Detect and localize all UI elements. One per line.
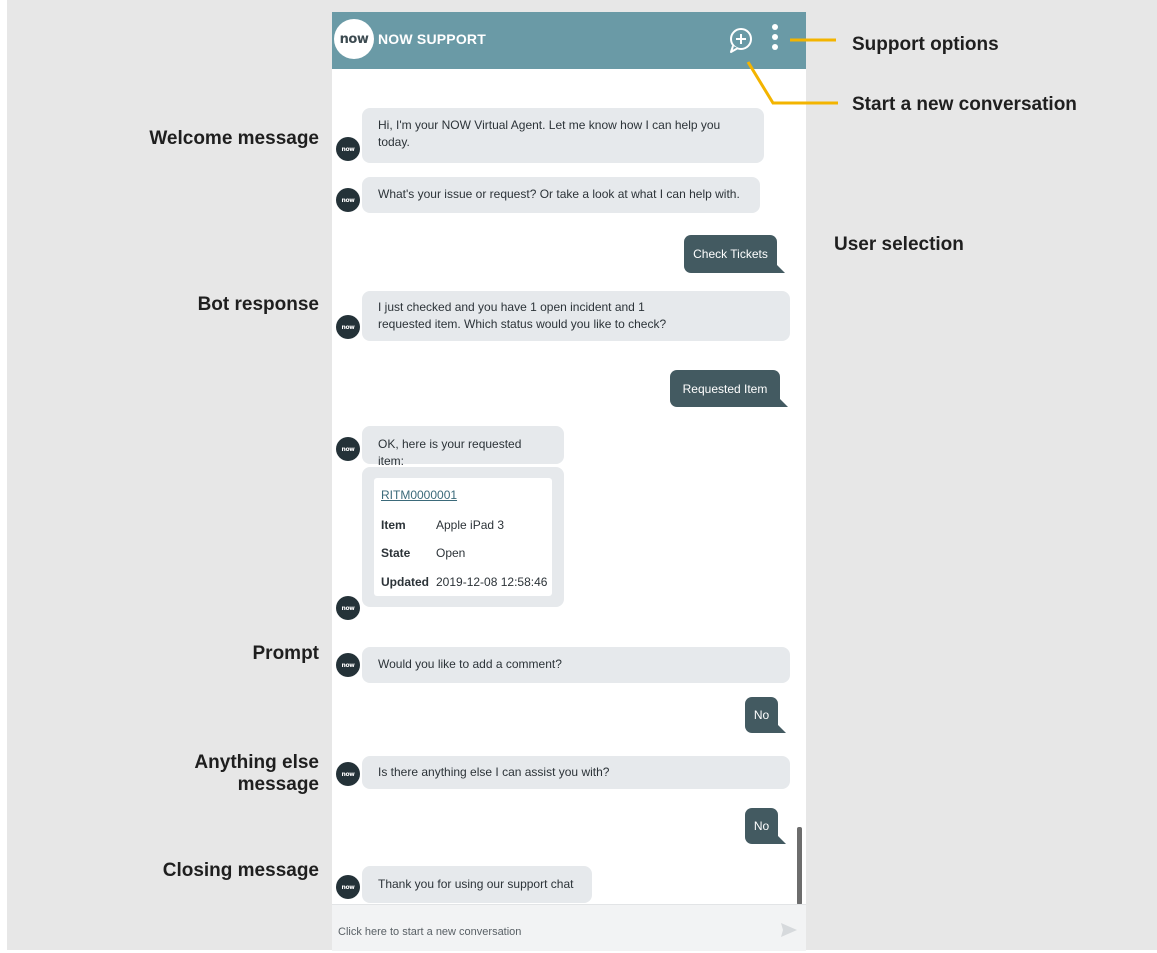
bot-avatar: now <box>336 875 360 899</box>
annotation-anything-else-message: Anything else message <box>194 752 319 796</box>
bot-response-line-2: requested item. Which status would you l… <box>378 317 667 331</box>
closing-message: Thank you for using our support chat <box>362 866 592 903</box>
welcome-line-2: today. <box>378 135 410 149</box>
annotation-closing-message: Closing message <box>162 860 319 881</box>
card-row-value: Apple iPad 3 <box>436 518 505 532</box>
user-message-no: No <box>745 697 786 733</box>
annotation-welcome-message: Welcome message <box>149 128 319 149</box>
card-row-value: Open <box>436 546 466 560</box>
send-arrow-icon[interactable] <box>780 922 798 938</box>
header-title: NOW SUPPORT <box>378 31 486 47</box>
message-list[interactable]: now Hi, I'm your NOW Virtual Agent. Let … <box>332 69 806 904</box>
bot-avatar: now <box>336 315 360 339</box>
anything-else-message: Is there anything else I can assist you … <box>362 756 790 789</box>
card-row-key: Updated <box>381 575 429 589</box>
bot-response-message: I just checked and you have 1 open incid… <box>362 291 790 341</box>
chat-plus-icon[interactable] <box>727 26 755 54</box>
now-logo: now <box>334 19 374 59</box>
card-row-key: Item <box>381 518 406 532</box>
requested-item-card: RITM0000001 Item Apple iPad 3 State Open U… <box>374 478 552 596</box>
scrollbar-thumb[interactable] <box>797 827 802 905</box>
card-row-key: State <box>381 546 411 560</box>
annotation-start-new-conversation: Start a new conversation <box>852 94 1077 115</box>
card-row-item: Item Apple iPad 3 <box>381 518 504 532</box>
bot-response-line-1: I just checked and you have 1 open incid… <box>378 300 645 314</box>
bot-avatar: now <box>336 596 360 620</box>
welcome-line-1: Hi, I'm your NOW Virtual Agent. Let me k… <box>378 118 721 132</box>
annotation-anything-else-line1: Anything else <box>194 752 319 773</box>
requested-item-card-container: RITM0000001 Item Apple iPad 3 State Open U… <box>362 467 564 607</box>
annotation-support-options: Support options <box>852 34 999 55</box>
annotation-anything-else-line2: message <box>237 774 319 795</box>
issue-message: What's your issue or request? Or take a … <box>362 177 760 213</box>
bot-avatar: now <box>336 437 360 461</box>
user-message-no: No <box>745 808 786 844</box>
annotation-prompt: Prompt <box>252 643 320 664</box>
ritm-number-link[interactable]: RITM0000001 <box>381 488 457 502</box>
chat-input-bar[interactable]: Click here to start a new conversation <box>332 904 806 951</box>
card-row-state: State Open <box>381 546 465 560</box>
bot-avatar: now <box>336 188 360 212</box>
bot-avatar: now <box>336 762 360 786</box>
requested-item-intro: OK, here is your requested item: <box>362 426 564 468</box>
annotation-bot-response: Bot response <box>197 294 319 315</box>
chat-header: now NOW SUPPORT <box>332 12 806 69</box>
annotation-user-selection: User selection <box>834 234 964 255</box>
user-message-check-tickets: Check Tickets <box>684 235 785 273</box>
new-conversation-input[interactable]: Click here to start a new conversation <box>338 926 521 938</box>
chat-window: now NOW SUPPORT now Hi, I'm your NOW Vir… <box>332 12 806 951</box>
bot-avatar: now <box>336 137 360 161</box>
card-row-value: 2019-12-08 12:58:46 <box>436 575 548 589</box>
card-row-updated: Updated 2019-12-08 12:58:46 <box>381 575 547 589</box>
vertical-dots-icon[interactable] <box>770 24 780 56</box>
prompt-message: Would you like to add a comment? <box>362 647 790 683</box>
user-message-requested-item: Requested Item <box>670 370 788 407</box>
welcome-message: Hi, I'm your NOW Virtual Agent. Let me k… <box>362 108 764 163</box>
bot-avatar: now <box>336 653 360 677</box>
